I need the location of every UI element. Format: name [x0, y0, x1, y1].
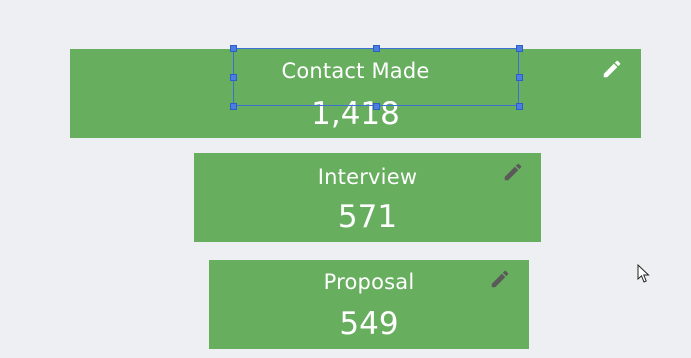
pencil-icon[interactable]: [489, 268, 511, 290]
resize-handle-top-right[interactable]: [516, 45, 523, 52]
resize-handle-right[interactable]: [516, 74, 523, 81]
card-proposal[interactable]: Proposal 549: [209, 260, 529, 349]
pencil-icon[interactable]: [601, 58, 623, 80]
resize-handle-bottom-right[interactable]: [516, 103, 523, 110]
resize-handle-bottom[interactable]: [373, 103, 380, 110]
canvas: 1,418 Contact Made Interview 571 Proposa…: [0, 0, 691, 358]
resize-handle-top[interactable]: [373, 45, 380, 52]
card-label: Interview: [317, 165, 418, 189]
card-interview[interactable]: Interview 571: [194, 153, 541, 242]
mouse-cursor-icon: [637, 264, 650, 283]
card-value: 571: [337, 199, 398, 235]
card-value: 549: [339, 306, 399, 342]
resize-handle-bottom-left[interactable]: [230, 103, 237, 110]
resize-handle-left[interactable]: [230, 74, 237, 81]
resize-handle-top-left[interactable]: [230, 45, 237, 52]
pencil-icon[interactable]: [502, 161, 524, 183]
selection-box[interactable]: [233, 48, 519, 106]
card-label: Proposal: [323, 270, 415, 294]
